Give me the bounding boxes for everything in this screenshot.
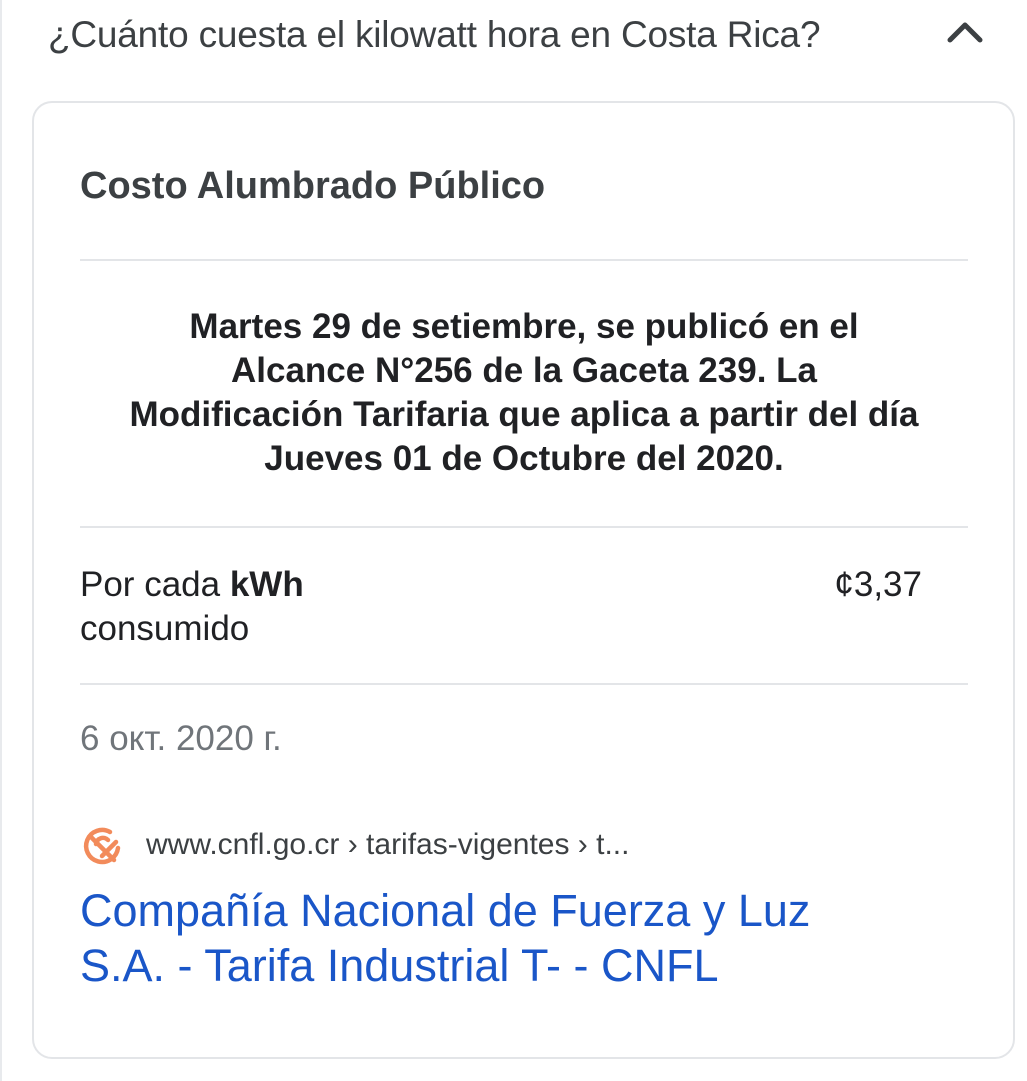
chevron-up-icon[interactable] — [942, 12, 988, 52]
announcement-line: Martes 29 de setiembre, se publicó en el — [189, 307, 859, 346]
cnfl-favicon-icon — [83, 827, 121, 865]
featured-snippet-card: Costo Alumbrado Público Martes 29 de set… — [32, 101, 1015, 1059]
announcement-line: Jueves 01 de Octubre del 2020. — [264, 439, 784, 478]
divider — [80, 683, 968, 685]
rate-label-suffix: consumido — [80, 609, 250, 648]
rate-unit: kWh — [229, 565, 304, 604]
rate-label: Por cada kWh consumido — [80, 563, 480, 651]
card-title: Costo Alumbrado Público — [80, 165, 546, 207]
rate-value: ¢3,37 — [834, 565, 922, 604]
announcement-line: Modificación Tarifaria que aplica a part… — [129, 395, 919, 434]
result-title-line: S.A. - Tarifa Industrial T- - CNFL — [80, 940, 719, 991]
divider — [80, 259, 968, 261]
announcement-line: Alcance N°256 de la Gaceta 239. La — [231, 351, 817, 390]
source-citation[interactable]: www.cnfl.go.cr › tarifas-vigentes › t... — [80, 823, 940, 873]
result-title-link[interactable]: Compañía Nacional de Fuerza y Luz S.A. -… — [80, 883, 960, 993]
tariff-announcement: Martes 29 de setiembre, se publicó en el… — [80, 305, 968, 481]
source-url: www.cnfl.go.cr › tarifas-vigentes › t... — [146, 828, 630, 861]
divider — [80, 526, 968, 528]
rate-label-prefix: Por cada — [80, 565, 230, 604]
result-title-line: Compañía Nacional de Fuerza y Luz — [80, 885, 811, 936]
related-question-header[interactable]: ¿Cuánto cuesta el kilowatt hora en Costa… — [2, 0, 1027, 78]
search-result-page: ¿Cuánto cuesta el kilowatt hora en Costa… — [0, 0, 1027, 1081]
snippet-date: 6 окт. 2020 г. — [80, 719, 282, 758]
related-question-text: ¿Cuánto cuesta el kilowatt hora en Costa… — [48, 14, 821, 55]
